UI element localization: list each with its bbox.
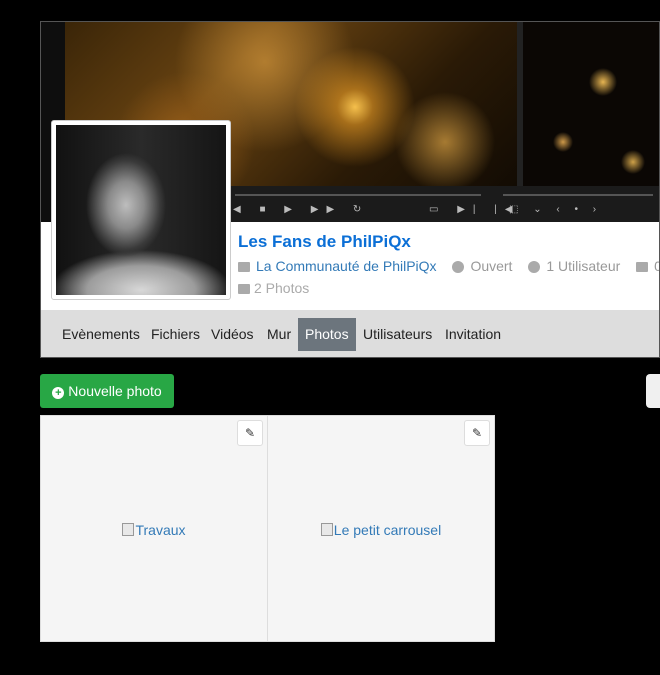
photo-alt-text: Travaux xyxy=(135,522,186,538)
new-photo-label: Nouvelle photo xyxy=(68,383,162,399)
photo-card[interactable]: ✎ Le petit carrousel xyxy=(267,415,495,642)
photo-image[interactable]: Le petit carrousel xyxy=(268,522,494,538)
user-icon xyxy=(528,261,541,273)
group-avatar[interactable] xyxy=(51,120,231,300)
group-meta: La Communauté de PhilPiQx Ouvert 1 Utili… xyxy=(238,258,659,274)
tab-events[interactable]: Evènements xyxy=(55,318,147,351)
globe-icon xyxy=(452,261,465,273)
tab-wall[interactable]: Mur xyxy=(260,318,298,351)
options-button[interactable] xyxy=(646,374,660,408)
group-photos-count: 2 Photos xyxy=(254,280,310,296)
group-events-count: 0 xyxy=(654,258,659,274)
pencil-icon[interactable]: ✎ xyxy=(464,420,490,446)
group-privacy: Ouvert xyxy=(470,258,513,274)
group-header-panel: ◀ ■ ▶ ▶▶ ↻ ▭ ▶| |◀ ⬚ ⌄ ‹ • › Les Fans de… xyxy=(40,21,660,358)
group-members: 1 Utilisateur xyxy=(546,258,621,274)
tab-invitation[interactable]: Invitation xyxy=(438,318,508,351)
playback-icons-3: ⬚ ⌄ ‹ • › xyxy=(509,204,603,215)
playback-icons-2: ▭ ▶| |◀ xyxy=(429,204,521,215)
tab-videos[interactable]: Vidéos xyxy=(204,318,261,351)
photo-image[interactable]: Travaux xyxy=(41,522,267,538)
photo-card[interactable]: ✎ Travaux xyxy=(40,415,268,642)
plus-circle-icon: + xyxy=(52,387,65,399)
tab-users[interactable]: Utilisateurs xyxy=(356,318,439,351)
video-control-bar: ◀ ■ ▶ ▶▶ ↻ ▭ ▶| |◀ ⬚ ⌄ ‹ • › xyxy=(229,186,659,222)
tab-photos[interactable]: Photos xyxy=(298,318,356,351)
timeline-track xyxy=(235,194,481,196)
pencil-icon[interactable]: ✎ xyxy=(237,420,263,446)
group-photos-meta: 2 Photos xyxy=(238,280,659,296)
playback-icons: ◀ ■ ▶ ▶▶ ↻ xyxy=(233,204,370,215)
timeline-track-right xyxy=(503,194,653,196)
group-title[interactable]: Les Fans de PhilPiQx xyxy=(238,232,659,252)
tab-files[interactable]: Fichiers xyxy=(144,318,207,351)
group-info: Les Fans de PhilPiQx La Communauté de Ph… xyxy=(238,232,659,296)
broken-image-icon xyxy=(320,523,333,536)
folder-icon xyxy=(238,262,250,272)
group-category[interactable]: La Communauté de PhilPiQx xyxy=(256,258,437,274)
group-tabs: Evènements Fichiers Vidéos Mur Photos Ut… xyxy=(41,310,659,357)
cover-photo-right xyxy=(523,22,659,186)
image-icon xyxy=(238,284,250,294)
calendar-icon xyxy=(636,262,649,272)
photo-alt-text: Le petit carrousel xyxy=(333,522,442,538)
new-photo-button[interactable]: + Nouvelle photo xyxy=(40,374,174,408)
broken-image-icon xyxy=(122,523,135,536)
avatar-portrait xyxy=(56,125,226,295)
